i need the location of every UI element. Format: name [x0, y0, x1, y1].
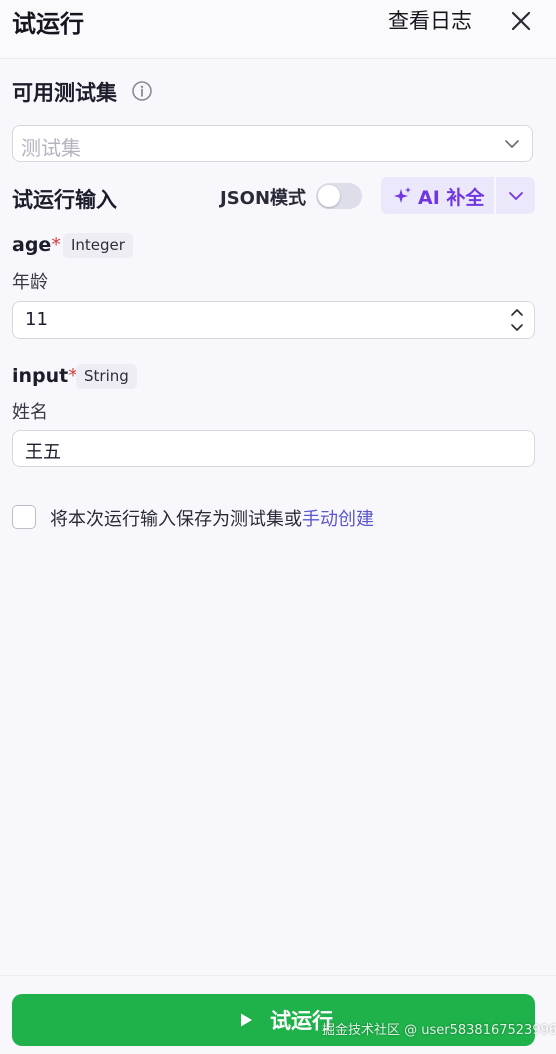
- save-as-test-set-text: 将本次运行输入保存为测试集或手动创建: [50, 509, 374, 530]
- type-badge: Integer: [63, 233, 133, 258]
- run-input-label: 试运行输入: [12, 188, 117, 212]
- play-icon: [238, 1012, 254, 1028]
- ai-fill-dropdown[interactable]: [496, 177, 535, 214]
- field-description: 年龄: [12, 272, 48, 293]
- test-set-placeholder: 测试集: [21, 136, 81, 160]
- manual-create-link[interactable]: 手动创建: [302, 509, 374, 530]
- save-as-test-set-checkbox[interactable]: [12, 505, 36, 529]
- name-input[interactable]: 王五: [12, 430, 535, 467]
- sparkle-icon: [393, 186, 413, 206]
- panel-title: 试运行: [12, 10, 84, 38]
- footer-divider: [0, 975, 556, 976]
- ai-fill-button[interactable]: AI 补全: [381, 177, 493, 214]
- close-icon[interactable]: [506, 6, 536, 36]
- chevron-down-icon: [509, 192, 523, 200]
- age-input[interactable]: 11: [12, 301, 535, 339]
- json-mode-label: JSON模式: [220, 188, 307, 209]
- chevron-down-icon: [504, 136, 520, 152]
- field-description: 姓名: [12, 402, 48, 423]
- test-set-select[interactable]: 测试集: [12, 125, 533, 162]
- toggle-knob: [318, 185, 340, 207]
- name-value: 王五: [25, 442, 61, 463]
- ai-fill-group: AI 补全: [381, 177, 535, 214]
- number-stepper-icon[interactable]: [510, 306, 524, 334]
- test-set-label: 可用测试集: [12, 81, 117, 105]
- info-icon[interactable]: [131, 80, 153, 102]
- ai-fill-label: AI 补全: [418, 187, 485, 209]
- field-name-input: input*: [12, 365, 78, 387]
- type-badge: String: [76, 364, 137, 389]
- panel-header: 试运行 查看日志: [0, 0, 556, 59]
- json-mode-toggle[interactable]: [316, 183, 362, 209]
- age-value: 11: [25, 309, 48, 330]
- view-log-button[interactable]: 查看日志: [388, 5, 472, 35]
- field-name-age: age*: [12, 234, 61, 256]
- required-mark: *: [51, 234, 61, 256]
- watermark: 掘金技术社区 @ user5838167523996: [322, 1023, 556, 1038]
